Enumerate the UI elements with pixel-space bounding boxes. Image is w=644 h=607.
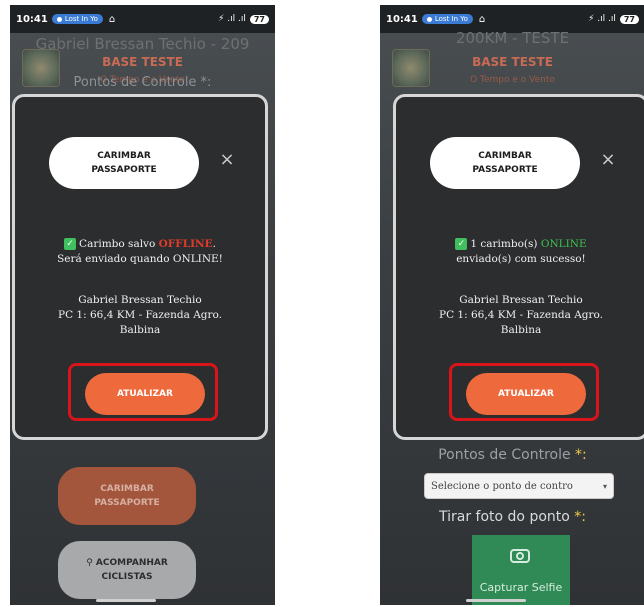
controls-label: Pontos de Controle *: — [73, 75, 212, 90]
acompanhar-line1: ACOMPANHAR — [95, 558, 168, 568]
modal-button-line1: CARIMBAR — [478, 151, 532, 161]
selfie-label: Capturar Selfie — [479, 581, 563, 594]
capturar-selfie-button[interactable]: Capturar Selfie — [472, 535, 570, 605]
notification-icons: ⌂ — [478, 13, 486, 25]
photo-label: Tirar foto do ponto *: — [380, 509, 644, 525]
status-right: ⚡ .ıl .ıl 77 — [588, 14, 639, 24]
carimbar-passaporte-button[interactable]: CARIMBAR PASSAPORTE — [430, 137, 580, 189]
status-time: 10:41 — [386, 13, 418, 25]
message-period: . — [212, 238, 216, 250]
stamp-detail: Gabriel Bressan Techio PC 1: 66,4 KM - F… — [406, 293, 636, 338]
checkbox-icon: ✓ — [64, 238, 77, 250]
signal-icon: ⚡ .ıl .ıl — [588, 14, 616, 24]
stamp-modal: CARIMBAR PASSAPORTE × ✓ Carimbo salvo OFFL… — [12, 94, 268, 440]
required-mark: *: — [575, 447, 587, 463]
modal-button-line1: CARIMBAR — [97, 151, 151, 161]
bg-carimbar-line2: PASSAPORTE — [94, 498, 160, 508]
message-text: 1 carimbo(s) — [470, 238, 541, 250]
battery-icon: 77 — [619, 14, 639, 24]
controls-label-text: Pontos de Controle — [438, 447, 571, 463]
acompanhar-ciclistas-button[interactable]: ⚲ ACOMPANHAR CICLISTAS — [58, 541, 196, 599]
subtitle: O Tempo e o Vento — [470, 75, 555, 85]
status-time: 10:41 — [16, 13, 48, 25]
bg-carimbar-line1: CARIMBAR — [100, 484, 154, 494]
home-indicator[interactable] — [466, 599, 526, 602]
select-placeholder: Selecione o ponto de contro — [431, 480, 573, 492]
camera-icon — [510, 549, 530, 563]
message-text: Carimbo salvo — [79, 238, 159, 250]
stamp-detail: Gabriel Bressan Techio PC 1: 66,4 KM - F… — [25, 293, 255, 338]
atualizar-button[interactable]: ATUALIZAR — [85, 373, 205, 415]
close-icon[interactable]: × — [599, 151, 617, 169]
message-line2: Será enviado quando ONLINE! — [57, 253, 223, 265]
record-icon — [56, 16, 62, 22]
carimbar-passaporte-bg-button[interactable]: CARIMBAR PASSAPORTE — [58, 467, 196, 525]
battery-icon: 77 — [249, 14, 269, 24]
rider-name: Gabriel Bressan Techio — [78, 294, 202, 306]
checkbox-icon: ✓ — [455, 238, 468, 250]
status-right: ⚡ .ıl .ıl 77 — [218, 14, 269, 24]
chevron-down-icon: ▾ — [602, 481, 607, 491]
signal-icon: ⚡ .ıl .ıl — [218, 14, 246, 24]
media-pill: Lost In Yo — [421, 14, 473, 24]
phone-screen-left: 10:41 Lost In Yo ⌂ ⚡ .ıl .ıl 77 Gabriel … — [10, 5, 275, 605]
status-message: ✓ 1 carimbo(s) ONLINE enviado(s) com suce… — [406, 237, 636, 267]
media-pill-label: Lost In Yo — [64, 15, 98, 23]
photo-label-text: Tirar foto do ponto — [438, 509, 570, 525]
checkpoint-line2: Balbina — [500, 324, 542, 336]
close-icon[interactable]: × — [218, 151, 236, 169]
checkpoint-line2: Balbina — [119, 324, 161, 336]
checkpoint-select[interactable]: Selecione o ponto de contro ▾ — [424, 473, 614, 499]
base-label: BASE TESTE — [102, 55, 183, 69]
bike-icon: ⚲ — [86, 558, 96, 568]
checkpoint-line1: PC 1: 66,4 KM - Fazenda Agro. — [58, 309, 222, 321]
notification-icons: ⌂ — [108, 13, 116, 25]
message-line2: enviado(s) com sucesso! — [456, 253, 586, 265]
status-message: ✓ Carimbo salvo OFFLINE. Será enviado qua… — [25, 237, 255, 267]
modal-button-line2: PASSAPORTE — [91, 165, 157, 175]
stamp-modal: CARIMBAR PASSAPORTE × ✓ 1 carimbo(s) ONLIN… — [393, 94, 644, 440]
rider-name: Gabriel Bressan Techio — [459, 294, 583, 306]
online-status: ONLINE — [540, 238, 587, 250]
phone-screen-right: 10:41 Lost In Yo ⌂ ⚡ .ıl .ıl 77 200KM - … — [380, 5, 644, 605]
offline-status: OFFLINE — [158, 238, 213, 250]
atualizar-button[interactable]: ATUALIZAR — [466, 373, 586, 415]
media-pill: Lost In Yo — [51, 14, 103, 24]
page-title: 200KM - TESTE — [455, 29, 570, 47]
base-label: BASE TESTE — [472, 55, 553, 69]
home-indicator[interactable] — [96, 599, 156, 602]
carimbar-passaporte-button[interactable]: CARIMBAR PASSAPORTE — [49, 137, 199, 189]
record-icon — [426, 16, 432, 22]
controls-label: Pontos de Controle *: — [380, 447, 644, 463]
media-pill-label: Lost In Yo — [434, 15, 468, 23]
status-bar: 10:41 Lost In Yo ⌂ ⚡ .ıl .ıl 77 — [10, 5, 275, 33]
checkpoint-line1: PC 1: 66,4 KM - Fazenda Agro. — [439, 309, 603, 321]
modal-button-line2: PASSAPORTE — [472, 165, 538, 175]
acompanhar-line2: CICLISTAS — [101, 572, 153, 582]
required-mark: *: — [574, 509, 586, 525]
